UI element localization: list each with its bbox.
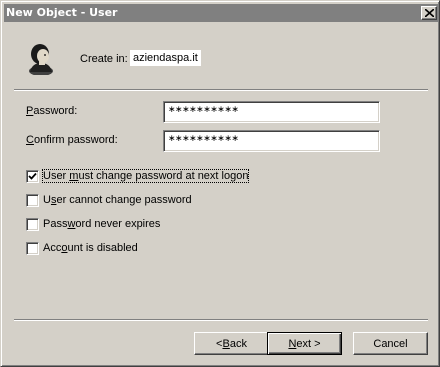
bottom-separator — [14, 319, 428, 321]
confirm-password-label: Confirm password: — [26, 134, 118, 146]
next-post: ext > — [296, 337, 321, 350]
next-button[interactable]: Next > — [267, 332, 342, 355]
opt0-post: ust change password at next logon — [78, 170, 249, 182]
password-label-text: assword: — [33, 105, 78, 117]
back-post: ack — [229, 337, 247, 350]
cannot-change-password-checkbox[interactable] — [26, 194, 39, 207]
must-change-password-label: User must change password at next logon — [41, 169, 250, 183]
confirm-password-label-text: onfirm password: — [33, 134, 118, 146]
create-in-label: Create in: — [80, 53, 128, 65]
opt3-post: unt is disabled — [67, 242, 138, 254]
confirm-password-label-accel: C — [26, 134, 34, 146]
password-never-expires-label: Password never expires — [43, 218, 160, 230]
opt0-pre: User — [43, 170, 70, 182]
back-button[interactable]: < Back — [194, 332, 269, 355]
title-bar[interactable]: New Object - User — [4, 4, 438, 22]
confirm-password-field[interactable]: ∗∗∗∗∗∗∗∗∗∗ — [163, 130, 380, 152]
opt1-pre: U — [43, 194, 51, 206]
opt2-pre: Pass — [43, 218, 68, 230]
must-change-password-checkbox[interactable] — [26, 170, 39, 183]
account-disabled-checkbox[interactable] — [26, 242, 39, 255]
password-never-expires-checkbox[interactable] — [26, 218, 39, 231]
opt2-post: ord never expires — [75, 218, 161, 230]
close-icon — [425, 9, 434, 17]
cannot-change-password-label: User cannot change password — [43, 194, 192, 206]
window-title: New Object - User — [6, 6, 118, 19]
password-label: Password: — [26, 105, 77, 117]
new-user-dialog: New Object - User Create in: aziendaspa.… — [0, 0, 440, 367]
next-accel: N — [288, 337, 297, 350]
checkmark-icon — [28, 172, 37, 180]
password-field[interactable]: ∗∗∗∗∗∗∗∗∗∗ — [163, 101, 380, 123]
cancel-button[interactable]: Cancel — [353, 332, 428, 355]
close-button[interactable] — [421, 6, 437, 20]
create-in-value: aziendaspa.it — [130, 50, 201, 66]
top-separator — [14, 89, 428, 91]
account-disabled-label: Account is disabled — [43, 242, 138, 254]
opt3-pre: Acc — [43, 242, 62, 254]
back-accel: B — [222, 337, 230, 350]
opt1-post: er cannot change password — [56, 194, 192, 206]
user-icon — [29, 44, 53, 75]
